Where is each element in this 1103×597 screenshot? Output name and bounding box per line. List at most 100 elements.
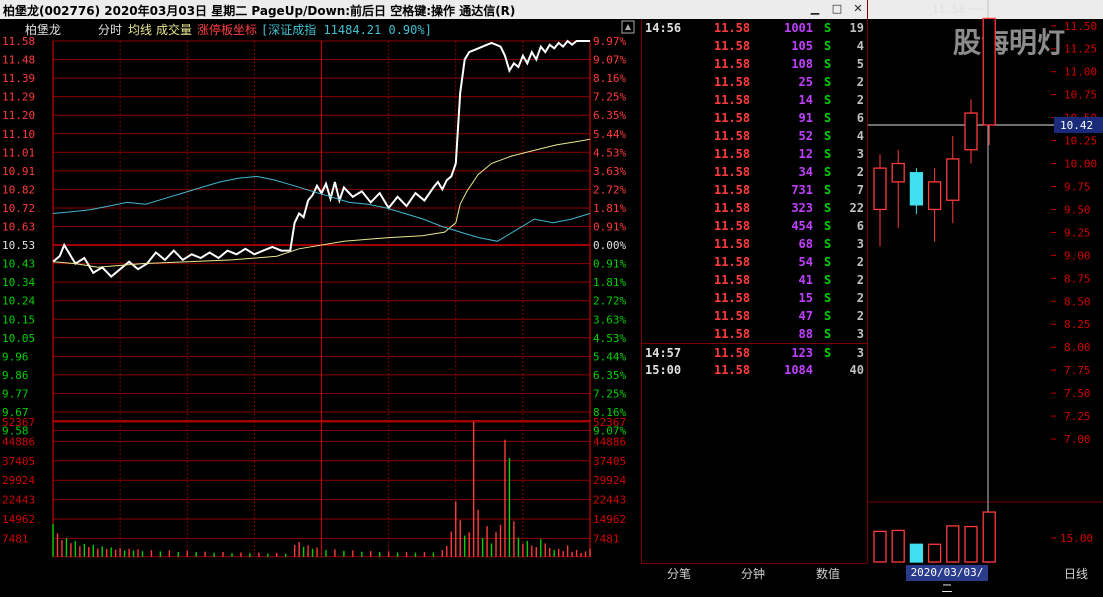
trade-count: 2 [856,75,864,89]
percent-tick: 2.72% [593,183,626,196]
trade-side: S [824,237,832,251]
volume-tick-right: 44886 [593,435,626,448]
volume-tick-left: 29924 [2,474,35,487]
candle-body[interactable] [982,17,996,126]
trade-count: 3 [856,327,864,341]
trade-row: 11.58 15 S 2 [642,289,868,307]
trade-side: S [824,291,832,305]
trade-side: S [824,75,832,89]
trade-volume: 41 [798,273,813,287]
index-label[interactable]: [深证成指 11484.21 0.90%] [261,22,432,37]
scroll-arrow-icon[interactable] [621,20,635,34]
trade-side: S [824,39,832,53]
limit-coord-label[interactable]: 涨停板坐标 [197,22,257,37]
kline-price-tick: 8.25 [1064,318,1091,331]
kline-price-tick: 7.00 [1064,433,1091,446]
trade-volume: 1001 [784,21,813,35]
trade-row: 14:57 11.58 123 S 3 [642,343,868,362]
percent-tick: 7.25% [593,387,626,400]
candle-body[interactable] [909,172,924,206]
kline-volume-bar [964,525,978,563]
kline-price-tick: 8.00 [1064,341,1091,354]
trade-side: S [824,183,832,197]
candle-body[interactable] [873,167,887,211]
trade-volume: 88 [798,327,813,341]
trade-volume: 123 [791,346,813,360]
percent-tick: 5.44% [593,128,626,141]
kline-price-tick: 8.75 [1064,272,1091,285]
tick-trades-list[interactable]: 14:56 11.58 1001 S 19 11.58 105 S 4 11.58 108 S 5 11.… [641,19,868,563]
percent-tick: 4.53% [593,146,626,159]
trade-row: 11.58 14 S 2 [642,91,868,109]
kline-volume-bar [873,530,887,563]
trade-row: 14:56 11.58 1001 S 19 [642,19,868,37]
trade-side: S [824,327,832,341]
kline-period[interactable]: 日线 [1064,565,1088,582]
trade-row: 11.58 88 S 3 [642,325,868,343]
trade-price: 11.58 [714,147,751,161]
trade-volume: 52 [798,129,813,143]
tab-values[interactable]: 数值 [816,565,840,582]
trade-count: 40 [849,363,864,377]
trade-row: 11.58 323 S 22 [642,199,868,217]
kline-price-tick: 9.75 [1064,180,1091,193]
trade-price: 11.58 [714,129,751,143]
daily-kline-chart[interactable]: 11.5011.2511.0010.7510.5010.2510.009.759… [867,0,1103,563]
minimize-icon[interactable]: ▁ [808,2,822,16]
trade-volume: 1084 [784,363,813,377]
kline-price-tick: 10.25 [1064,135,1097,148]
kline-price-tick: 11.00 [1064,66,1097,79]
tab-ticks[interactable]: 分笔 [667,565,691,582]
price-tick: 10.63 [2,221,35,234]
kline-price-tick: 7.25 [1064,410,1091,423]
kline-price-tick: 9.25 [1064,226,1091,239]
candle-body[interactable] [927,181,942,211]
volume-tick-right: 22443 [593,494,626,507]
kline-price-tick: 10.00 [1064,158,1097,171]
trade-side: S [824,147,832,161]
volume-tick-right: 14962 [593,513,626,526]
percent-tick: 2.72% [593,295,626,308]
trade-time: 14:56 [645,21,682,35]
trade-row: 11.58 731 S 7 [642,181,868,199]
volume-label[interactable]: 成交量 [156,22,192,37]
percent-tick: 9.07% [593,54,626,67]
trade-count: 2 [856,165,864,179]
tab-minutes[interactable]: 分钟 [741,565,765,582]
trade-row: 11.58 54 S 2 [642,253,868,271]
trade-volume: 15 [798,291,813,305]
trades-tab-bar: 分笔 分钟 数值 [641,563,867,583]
volume-tick-left: 44886 [2,435,35,448]
close-icon[interactable]: ✕ [851,2,865,16]
price-tick: 10.82 [2,183,35,196]
candle-body[interactable] [946,158,960,201]
maximize-icon[interactable]: □ [830,2,844,16]
candle-body[interactable] [964,112,978,151]
trade-row: 11.58 68 S 3 [642,235,868,253]
mode-label[interactable]: 分时 [98,23,122,37]
price-tick: 11.29 [2,91,35,104]
kline-canvas: 11.5011.2511.0010.7510.5010.2510.009.759… [868,0,1103,563]
trade-count: 4 [856,129,864,143]
avg-line-label[interactable]: 均线 [128,23,152,37]
intraday-chart-canvas: 11.5811.4811.3911.2911.2011.1011.0110.91… [2,20,635,558]
trade-price: 11.58 [714,255,751,269]
trade-count: 4 [856,39,864,53]
trade-count: 2 [856,93,864,107]
watermark: 股海明灯 [953,26,1065,59]
trade-side: S [824,165,832,179]
trade-row: 11.58 105 S 4 [642,37,868,55]
trade-row: 11.58 47 S 2 [642,307,868,325]
intraday-chart[interactable]: 11.58 11.48 11.39 11.29 11.20 11.10 11.01 10.91… [0,19,641,563]
kline-price-tick: 7.75 [1064,364,1091,377]
candle-body[interactable] [891,162,905,183]
trade-row: 11.58 34 S 2 [642,163,868,181]
trade-volume: 47 [798,309,813,323]
trade-side: S [824,309,832,323]
trade-row: 11.58 12 S 3 [642,145,868,163]
price-tick: 11.10 [2,128,35,141]
percent-tick: 9.97% [593,35,626,48]
trade-price: 11.58 [714,327,751,341]
price-tick: 10.24 [2,295,35,308]
kline-volume-bar [982,511,996,563]
